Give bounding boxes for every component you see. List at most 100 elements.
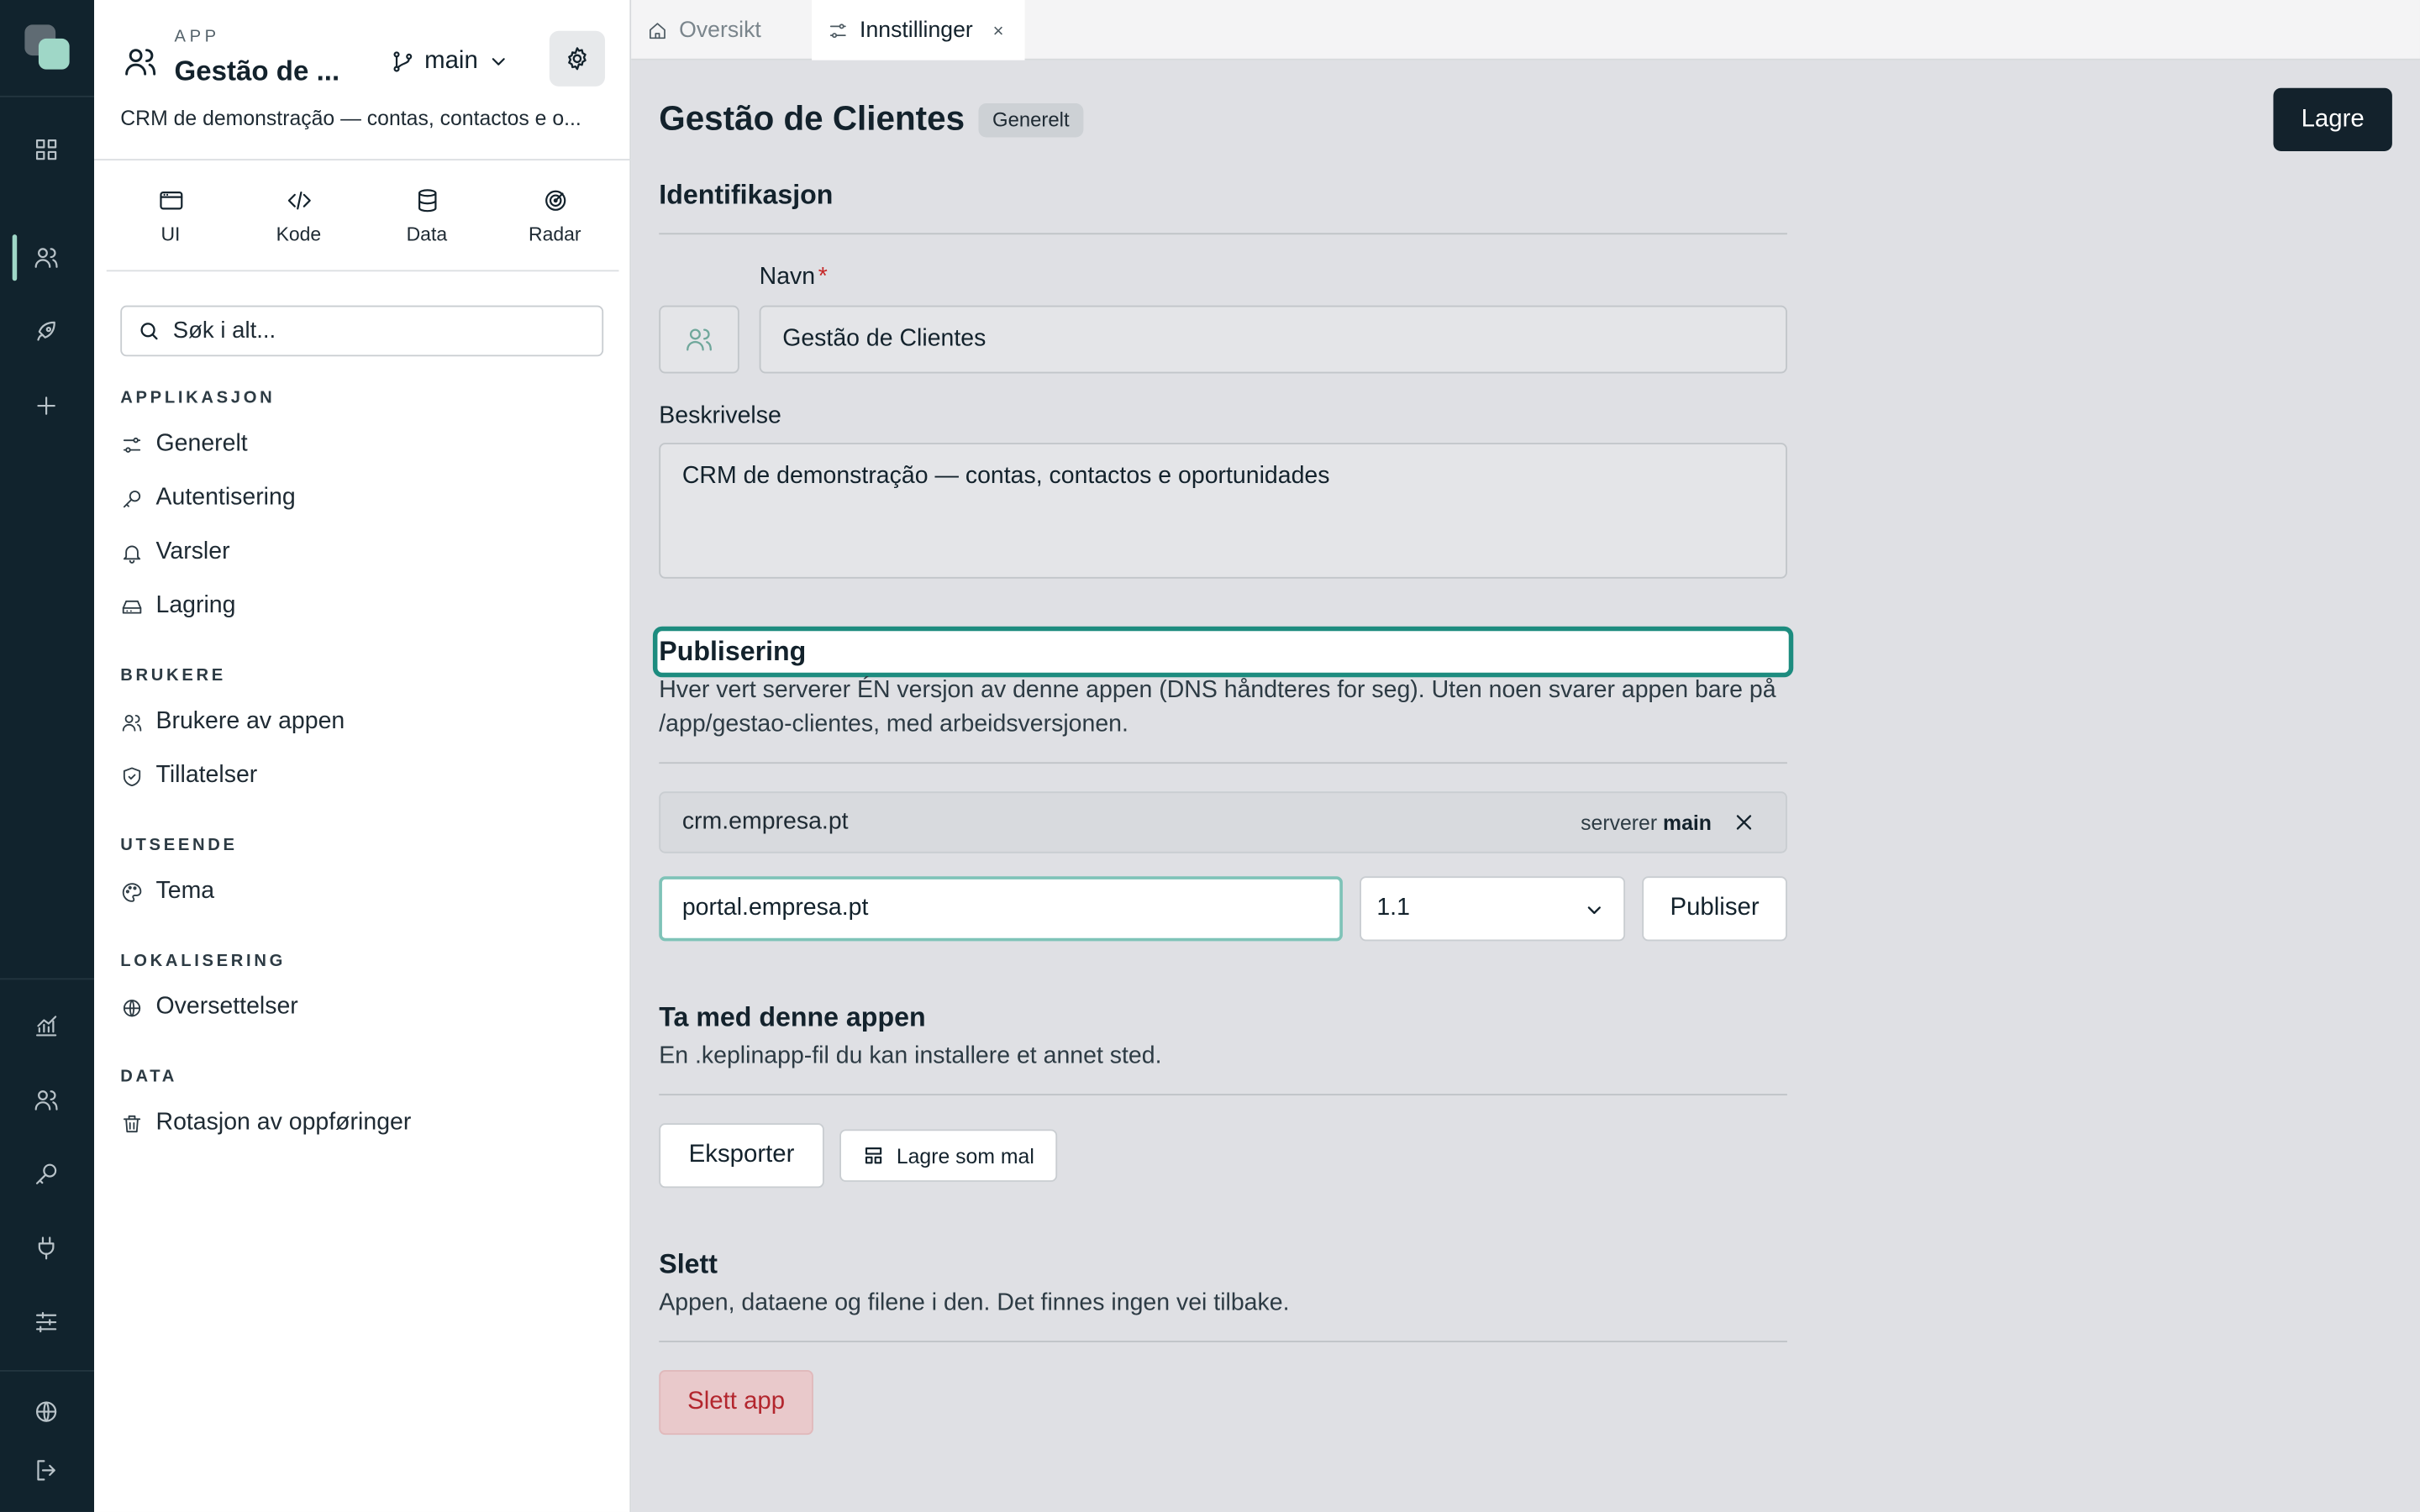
branch-name: main [424, 47, 478, 75]
tab-bar: Oversikt Innstillinger × [631, 0, 2420, 60]
serving-status: serverer main [1581, 811, 1712, 834]
rail-divider [0, 978, 95, 980]
save-as-template-button[interactable]: Lagre som mal [839, 1129, 1058, 1182]
tab-settings[interactable]: Innstillinger × [812, 0, 1025, 60]
version-value: 1.1 [1376, 895, 1410, 921]
logout-icon[interactable] [28, 1452, 65, 1488]
app-settings-button[interactable] [549, 30, 605, 87]
branch-selector[interactable]: main [391, 43, 509, 80]
logo[interactable] [24, 24, 71, 71]
published-domain: crm.empresa.pt [681, 808, 849, 835]
nav-item-authentication[interactable]: Autentisering [120, 480, 296, 517]
git-branch-icon [393, 51, 413, 72]
nav-item-label: Varsler [155, 538, 230, 565]
description-label: Beskrivelse [659, 402, 781, 429]
dashboard-icon[interactable] [28, 131, 65, 168]
nav-item-label: Rotasjon av oppføringer [155, 1109, 412, 1136]
app-users-icon [125, 49, 156, 76]
publish-button[interactable]: Publiser [1642, 876, 1787, 942]
nav-item-label: Tema [155, 878, 215, 905]
mode-tab-data[interactable]: Data [363, 160, 491, 270]
hard-drive-icon [122, 600, 142, 613]
nav-section-localization: LOKALISERING [120, 952, 287, 971]
section-badge: Generelt [978, 103, 1084, 138]
mode-tab-ui[interactable]: UI [107, 160, 234, 270]
remove-domain-icon[interactable] [1733, 811, 1755, 833]
nav-item-storage[interactable]: Lagring [120, 588, 235, 625]
nav-item-notifications[interactable]: Varsler [120, 533, 230, 570]
save-as-template-label: Lagre som mal [896, 1143, 1034, 1168]
mode-tab-label: Kode [276, 223, 322, 245]
delete-app-button[interactable]: Slett app [659, 1369, 813, 1436]
users-icon [122, 714, 142, 731]
search-box [120, 305, 604, 357]
users-icon[interactable] [28, 239, 65, 276]
name-input[interactable]: Gestão de Clientes [759, 305, 1787, 374]
database-icon [418, 188, 436, 212]
version-select[interactable]: 1.1 [1360, 876, 1626, 942]
shield-check-icon [123, 766, 141, 786]
palette-icon [122, 882, 142, 901]
mode-tab-radar[interactable]: Radar [491, 160, 618, 270]
rocket-icon[interactable] [28, 313, 65, 350]
delete-heading: Slett [659, 1247, 718, 1279]
window-icon [159, 191, 182, 209]
nav-item-label: Brukere av appen [155, 708, 345, 735]
app-icon-picker[interactable] [659, 305, 739, 374]
key-icon [123, 490, 141, 507]
nav-item-record-rotation[interactable]: Rotasjon av oppføringer [120, 1105, 411, 1142]
search-icon [140, 323, 158, 340]
new-domain-input[interactable]: portal.empresa.pt [659, 876, 1343, 942]
plug-icon[interactable] [28, 1230, 65, 1267]
description-textarea[interactable]: CRM de demonstração — contas, contactos … [659, 443, 1787, 579]
nav-section-application: APPLIKASJON [120, 388, 276, 407]
search-input[interactable] [172, 318, 575, 344]
section-divider [659, 762, 1787, 764]
name-label: Navn * [760, 264, 828, 291]
app-kicker: APP [174, 28, 220, 47]
nav-item-app-users[interactable]: Brukere av appen [120, 704, 345, 741]
globe-icon [123, 999, 141, 1016]
mode-tab-label: Data [406, 223, 448, 245]
trash-icon [123, 1115, 141, 1132]
gear-icon [568, 47, 587, 71]
key-icon[interactable] [28, 1156, 65, 1193]
analytics-icon[interactable] [28, 1007, 65, 1044]
rail-active-indicator [12, 234, 18, 281]
users-icon[interactable] [28, 1082, 65, 1119]
save-button[interactable]: Lagre [2273, 87, 2392, 151]
mode-tab-code[interactable]: Kode [234, 160, 362, 270]
globe-icon[interactable] [28, 1394, 65, 1431]
sliders-icon[interactable] [28, 1304, 65, 1341]
close-tab-icon[interactable]: × [993, 19, 1004, 41]
nav-item-permissions[interactable]: Tillatelser [120, 758, 257, 795]
plus-icon[interactable] [28, 387, 65, 424]
nav-item-theme[interactable]: Tema [120, 874, 214, 911]
export-button[interactable]: Eksporter [659, 1123, 824, 1189]
nav-item-general[interactable]: Generelt [120, 426, 248, 463]
section-divider [659, 1341, 1787, 1342]
nav-item-label: Generelt [155, 430, 248, 457]
published-domain-row: crm.empresa.pt serverer main [659, 791, 1787, 853]
settings-sliders-icon [829, 23, 846, 38]
section-divider [659, 233, 1787, 235]
nav-item-label: Tillatelser [155, 762, 258, 789]
chevron-down-icon [1587, 906, 1601, 915]
section-divider [659, 1094, 1787, 1096]
required-marker: * [818, 264, 828, 291]
app-header: APP Gestão de ... main CRM de demonstraç… [94, 0, 632, 161]
identification-heading: Identifikasjon [659, 179, 834, 210]
nav-section-appearance: UTSEENDE [120, 836, 238, 855]
rail-divider [0, 95, 95, 97]
tab-overview[interactable]: Oversikt [647, 0, 761, 60]
app-name[interactable]: Gestão de ... [175, 55, 340, 88]
code-icon [287, 191, 310, 209]
serving-prefix: serverer [1581, 811, 1658, 834]
nav-item-translations[interactable]: Oversettelser [120, 989, 298, 1026]
nav-item-label: Lagring [155, 592, 236, 619]
page-title: Gestão de Clientes [659, 98, 965, 138]
radar-icon [544, 189, 566, 210]
nav-item-label: Oversettelser [155, 993, 298, 1021]
nav-item-label: Autentisering [155, 484, 296, 511]
delete-help-text: Appen, dataene og filene i den. Det finn… [659, 1289, 1290, 1316]
